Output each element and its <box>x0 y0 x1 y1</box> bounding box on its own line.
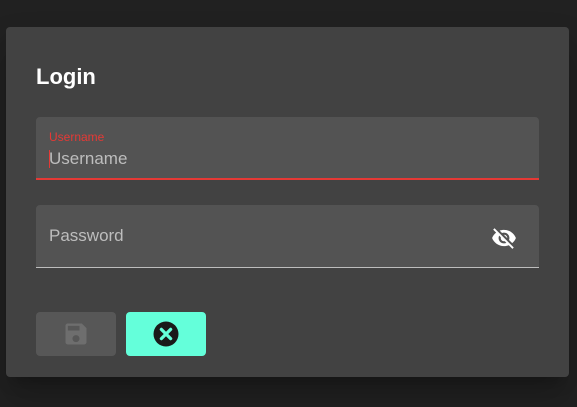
username-field[interactable]: Username Username <box>36 117 539 180</box>
password-input[interactable]: Password <box>49 225 124 247</box>
dialog-title: Login <box>36 64 96 89</box>
floppy-disk-icon <box>65 323 87 345</box>
password-field[interactable]: Password <box>36 205 539 268</box>
save-button[interactable] <box>36 312 116 356</box>
eye-off-icon[interactable] <box>491 225 517 251</box>
close-circle-icon <box>153 321 179 347</box>
login-dialog: Login Username Username Password <box>6 27 569 377</box>
username-input[interactable]: Username <box>49 148 127 170</box>
username-floating-label: Username <box>49 130 105 144</box>
cancel-button[interactable] <box>126 312 206 356</box>
